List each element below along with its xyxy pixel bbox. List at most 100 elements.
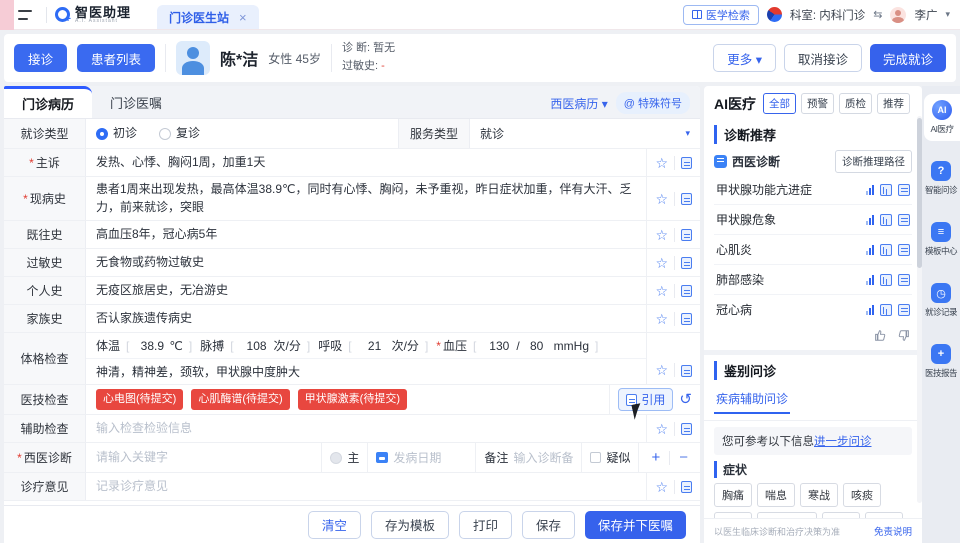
past-history-input[interactable]: 高血压8年，冠心病5年: [86, 221, 646, 248]
guideline-icon[interactable]: [880, 244, 892, 256]
close-tab-icon[interactable]: ×: [239, 10, 247, 25]
aux-exam-input[interactable]: 输入检查检验信息: [86, 415, 646, 442]
receive-patient-button[interactable]: 接诊: [14, 44, 67, 72]
favorite-icon[interactable]: ☆: [655, 192, 668, 206]
switch-department-icon[interactable]: ⇆: [873, 8, 882, 21]
thumbs-up-icon[interactable]: [874, 329, 887, 342]
reference-icon[interactable]: [898, 304, 910, 316]
diagnosis-keyword-input[interactable]: 请输入关键字: [86, 443, 321, 472]
present-illness-input[interactable]: 患者1周来出现发热，最高体温38.9℃，同时有心悸、胸闷，未予重视，昨日症状加重…: [86, 177, 646, 220]
reference-icon[interactable]: [898, 184, 910, 196]
filter-all[interactable]: 全部: [763, 93, 796, 114]
special-symbols-button[interactable]: @ 特殊符号: [616, 92, 690, 114]
medical-search-button[interactable]: 医学检索: [683, 5, 759, 25]
favorite-icon[interactable]: ☆: [655, 422, 668, 436]
primary-radio[interactable]: [330, 452, 342, 464]
diagnosis-suggestion-item[interactable]: 冠心病: [714, 295, 912, 324]
physical-exam-note-input[interactable]: 神清，精神差，颈软，甲状腺中度肿大: [86, 359, 646, 384]
template-icon[interactable]: [681, 257, 692, 269]
filter-warning[interactable]: 预警: [801, 93, 834, 114]
print-button[interactable]: 打印: [459, 511, 512, 539]
patient-list-button[interactable]: 患者列表: [77, 44, 155, 72]
allergy-history-input[interactable]: 无食物或药物过敏史: [86, 249, 646, 276]
save-as-template-button[interactable]: 存为模板: [371, 511, 449, 539]
diagnosis-suggestion-item[interactable]: 心肌炎: [714, 235, 912, 265]
suspected-checkbox-group[interactable]: 疑似: [581, 443, 638, 472]
guideline-icon[interactable]: [880, 304, 892, 316]
template-icon[interactable]: [681, 365, 692, 377]
favorite-icon[interactable]: ☆: [655, 480, 668, 494]
pending-exam-thyroid-hormone[interactable]: 甲状腺激素(待提交): [298, 389, 407, 411]
rail-item-tech-reports[interactable]: + 医技报告: [922, 338, 960, 385]
disease-aux-inquiry-tab[interactable]: 疾病辅助问诊: [714, 386, 790, 414]
thumbs-down-icon[interactable]: [897, 329, 910, 342]
pending-exam-ecg[interactable]: 心电图(待提交): [96, 389, 183, 411]
further-inquiry-link[interactable]: 进一步问诊: [814, 436, 872, 448]
record-type-select[interactable]: 西医病历 ▾: [550, 95, 607, 112]
menu-icon[interactable]: [18, 10, 32, 20]
quote-button[interactable]: 引用: [618, 388, 673, 411]
favorite-icon[interactable]: ☆: [655, 228, 668, 242]
treatment-advice-input[interactable]: 记录诊疗意见: [86, 473, 646, 500]
cancel-reception-button[interactable]: 取消接诊: [784, 44, 862, 72]
user-avatar[interactable]: [890, 7, 906, 23]
symptom-pill[interactable]: 胸痛: [714, 483, 752, 507]
first-visit-radio[interactable]: [96, 128, 108, 140]
tab-outpatient-doctor-station[interactable]: 门诊医生站 ×: [157, 5, 259, 29]
chief-complaint-input[interactable]: 发热、心悸、胸闷1周，加重1天: [86, 149, 646, 176]
rail-item-template-center[interactable]: ≡ 模板中心: [922, 216, 960, 263]
personal-history-input[interactable]: 无疫区旅居史，无冶游史: [86, 277, 646, 304]
save-button[interactable]: 保存: [522, 511, 575, 539]
rail-item-ai-medical[interactable]: AI AI医疗: [924, 94, 960, 141]
favorite-icon[interactable]: ☆: [655, 284, 668, 298]
filter-quality[interactable]: 质检: [839, 93, 872, 114]
reference-icon[interactable]: [898, 214, 910, 226]
rail-item-visit-records[interactable]: ◷ 就诊记录: [922, 277, 960, 324]
template-icon[interactable]: [681, 313, 692, 325]
bp-diastolic-input[interactable]: 80: [520, 339, 554, 353]
template-icon[interactable]: [681, 423, 692, 435]
diagnosis-suggestion-item[interactable]: 肺部感染: [714, 265, 912, 295]
reference-icon[interactable]: [898, 274, 910, 286]
favorite-icon[interactable]: ☆: [655, 156, 668, 170]
respiration-input[interactable]: 21: [358, 339, 392, 353]
pending-exam-cardiac-enzymes[interactable]: 心肌酶谱(待提交): [191, 389, 289, 411]
favorite-icon[interactable]: ☆: [655, 256, 668, 270]
remark-input[interactable]: 输入诊断备: [513, 449, 573, 466]
disclaimer-link[interactable]: 免责说明: [874, 524, 912, 538]
primary-diagnosis-toggle[interactable]: 主: [321, 443, 367, 472]
user-menu-caret-icon[interactable]: ▾: [945, 9, 950, 20]
symptom-pill[interactable]: 寒战: [800, 483, 838, 507]
template-icon[interactable]: [681, 157, 692, 169]
scrollbar-thumb[interactable]: [917, 118, 922, 268]
clear-button[interactable]: 清空: [308, 511, 361, 539]
rail-item-smart-inquiry[interactable]: ? 智能问诊: [922, 155, 960, 202]
temperature-input[interactable]: 38.9: [135, 339, 169, 353]
guideline-icon[interactable]: [880, 214, 892, 226]
guideline-icon[interactable]: [880, 184, 892, 196]
reference-icon[interactable]: [898, 244, 910, 256]
onset-date-picker[interactable]: 发病日期: [367, 443, 475, 472]
pulse-input[interactable]: 108: [240, 339, 274, 353]
remove-diagnosis-button[interactable]: −: [675, 449, 692, 466]
user-name[interactable]: 李广: [914, 7, 937, 23]
refresh-icon[interactable]: ↺: [679, 392, 692, 407]
favorite-icon[interactable]: ☆: [655, 363, 668, 377]
complete-visit-button[interactable]: 完成就诊: [870, 44, 946, 72]
suspected-checkbox[interactable]: [590, 452, 601, 463]
save-and-order-button[interactable]: 保存并下医嘱: [585, 511, 686, 539]
diagnosis-suggestion-item[interactable]: 甲状腺功能亢进症: [714, 175, 912, 205]
symptom-pill[interactable]: 咳痰: [843, 483, 881, 507]
filter-recommend[interactable]: 推荐: [877, 93, 910, 114]
scrollbar[interactable]: [917, 116, 922, 503]
template-icon[interactable]: [681, 193, 692, 205]
template-icon[interactable]: [681, 229, 692, 241]
add-diagnosis-button[interactable]: +: [647, 449, 664, 466]
template-icon[interactable]: [681, 481, 692, 493]
bp-systolic-input[interactable]: 130: [482, 339, 516, 353]
service-type-select[interactable]: 就诊 ▾: [470, 119, 700, 148]
more-button[interactable]: 更多 ▾: [713, 44, 776, 72]
diagnosis-suggestion-item[interactable]: 甲状腺危象: [714, 205, 912, 235]
followup-visit-radio[interactable]: [159, 128, 171, 140]
diagnosis-remark[interactable]: 备注 输入诊断备: [475, 443, 581, 472]
